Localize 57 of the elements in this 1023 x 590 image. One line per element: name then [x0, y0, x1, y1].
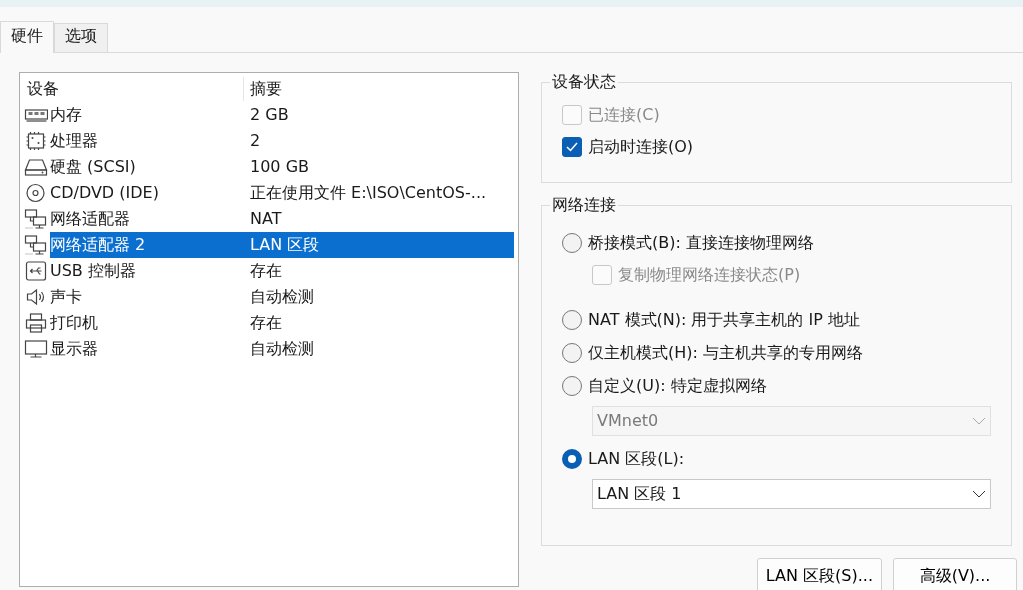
device-row[interactable]: 内存 2 GB: [50, 102, 514, 128]
device-name: CD/DVD (IDE): [50, 182, 160, 204]
tab[interactable]: 选项: [54, 23, 108, 52]
device-name: 硬盘 (SCSI): [50, 156, 137, 178]
device-summary: 存在: [249, 312, 282, 334]
device-row[interactable]: 硬盘 (SCSI) 100 GB: [50, 154, 514, 180]
network-icon: [24, 209, 48, 229]
radio-button[interactable]: 桥接模式(B): 直接连接物理网络: [562, 226, 991, 259]
device-row[interactable]: CD/DVD (IDE) 正在使用文件 E:\ISO\CentOS-...: [50, 180, 514, 206]
device-summary: NAT: [249, 208, 282, 230]
chevron-down-icon: [972, 417, 986, 425]
device-row[interactable]: 打印机 存在: [50, 310, 514, 336]
network-icon: [24, 235, 48, 255]
device-name: 内存: [50, 104, 83, 126]
column-header[interactable]: 设备: [24, 76, 243, 101]
device-name: USB 控制器: [50, 260, 137, 282]
dropdown[interactable]: LAN 区段 1: [592, 479, 991, 509]
hard-drive-icon: [24, 157, 48, 177]
chip-icon: [24, 131, 48, 151]
tab[interactable]: 硬件: [0, 21, 54, 53]
device-name: 处理器: [50, 130, 99, 152]
dialog-button[interactable]: 高级(V)...: [893, 558, 1017, 590]
device-summary: 自动检测: [249, 286, 314, 308]
usb-icon: [24, 261, 48, 281]
device-name: 打印机: [50, 312, 99, 334]
disc-icon: [24, 183, 48, 203]
device-summary: 2: [249, 130, 261, 152]
device-row[interactable]: 显示器 自动检测: [50, 336, 514, 362]
device-name: 网络适配器 2: [50, 234, 147, 256]
device-summary: 2 GB: [249, 104, 289, 126]
device-name: 网络适配器: [50, 208, 131, 230]
checkbox[interactable]: 启动时连接(O): [562, 131, 991, 163]
device-name: 声卡: [50, 286, 83, 308]
column-header[interactable]: 摘要: [243, 76, 282, 101]
radio-button[interactable]: NAT 模式(N): 用于共享主机的 IP 地址: [562, 303, 991, 336]
dropdown: VMnet0: [592, 406, 991, 436]
monitor-icon: [24, 339, 48, 359]
device-row[interactable]: 网络适配器 NAT: [50, 206, 514, 232]
device-row[interactable]: 声卡 自动检测: [50, 284, 514, 310]
device-row[interactable]: USB 控制器 存在: [50, 258, 514, 284]
dialog-button[interactable]: LAN 区段(S)...: [756, 558, 882, 590]
device-name: 显示器: [50, 338, 99, 360]
device-list[interactable]: 设备 摘要 内存 2 GB 处理器 2 硬盘 (SCSI) 100 GB CD/DVD (IDE) 正在使用文件 E:\ISO\CentOS-... 网络适配器 NAT 网络适配器 2 LAN 区段 USB 控制器 存在 声卡 自动检测 打印机 存在 显示器 自动检测: [19, 72, 519, 587]
device-summary: 正在使用文件 E:\ISO\CentOS-...: [249, 182, 487, 204]
printer-icon: [24, 313, 48, 333]
device-summary: LAN 区段: [249, 234, 320, 256]
device-row[interactable]: 网络适配器 2 LAN 区段: [50, 232, 514, 258]
radio-button[interactable]: 仅主机模式(H): 与主机共享的专用网络: [562, 336, 991, 369]
device-summary: 自动检测: [249, 338, 314, 360]
radio-button[interactable]: 自定义(U): 特定虚拟网络: [562, 369, 991, 402]
chevron-down-icon: [972, 490, 986, 498]
group-title: 网络连接: [550, 194, 618, 216]
checkmark-icon: [566, 142, 578, 152]
device-row[interactable]: 处理器 2: [50, 128, 514, 154]
device-summary: 100 GB: [249, 156, 309, 178]
radio-button[interactable]: LAN 区段(L):: [562, 442, 991, 475]
device-summary: 存在: [249, 260, 282, 282]
